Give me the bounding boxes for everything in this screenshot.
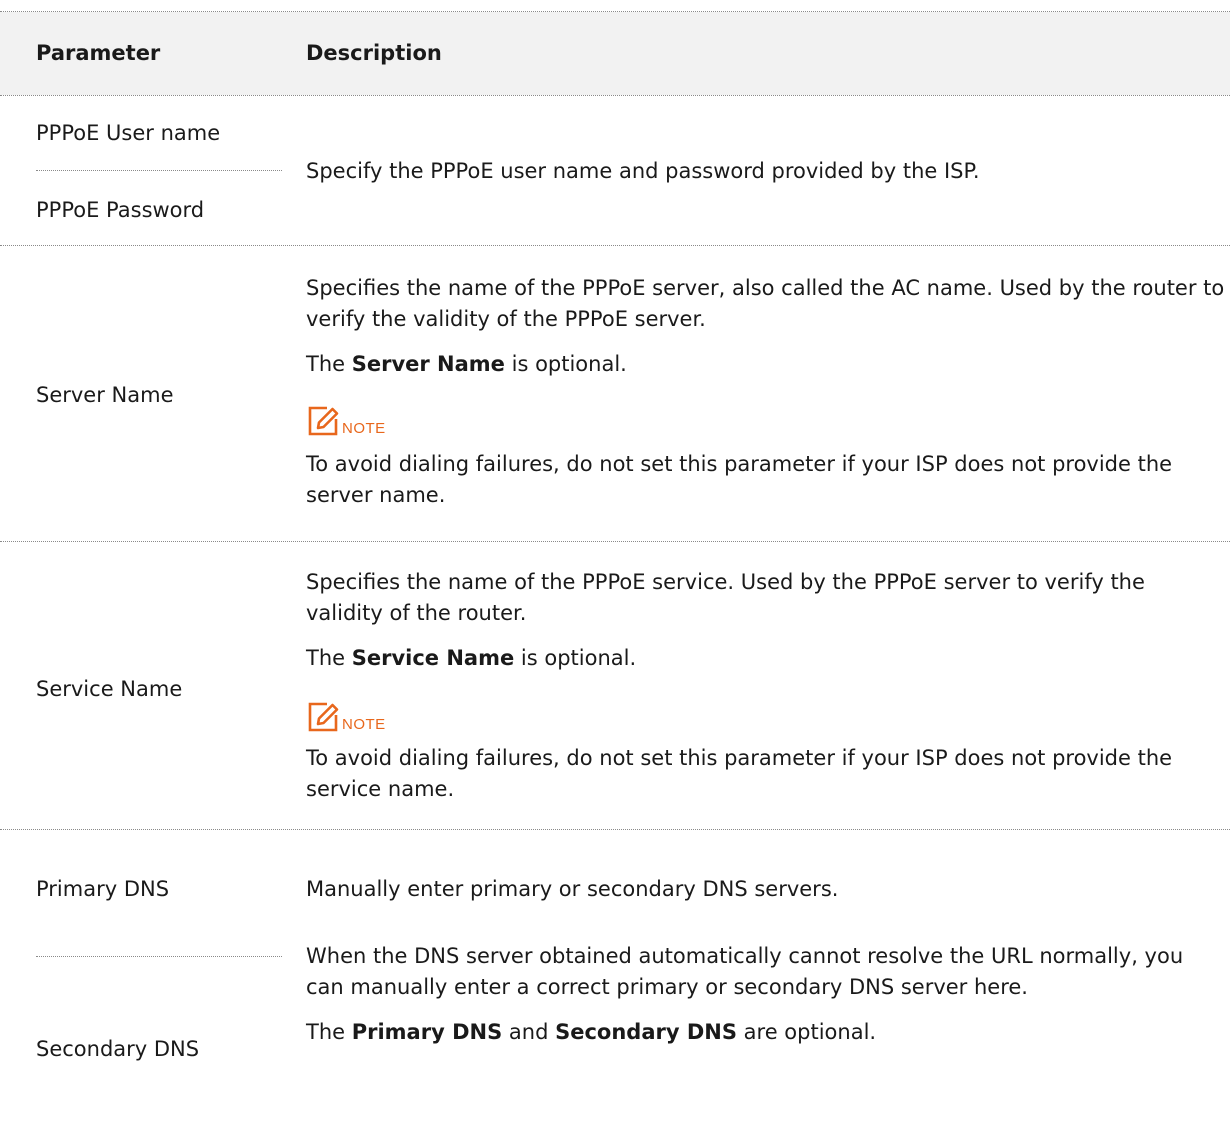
note-label: NOTE [342, 420, 386, 437]
table-header-row [0, 12, 1230, 95]
dns-inner-divider [36, 956, 282, 957]
desc-dns-automatic: When the DNS server obtained automatical… [306, 944, 1184, 999]
optional-post: are optional. [736, 1020, 877, 1044]
optional-mid: and [502, 1020, 556, 1044]
row-divider-3 [0, 829, 1230, 830]
note-text-service-name: To avoid dialing failures, do not set th… [306, 746, 1173, 801]
note-pencil-icon: NOTE [306, 404, 406, 440]
row-divider-1 [0, 245, 1230, 246]
param-server-name: Server Name [36, 383, 174, 407]
param-service-name: Service Name [36, 677, 183, 701]
optional-pre: The [306, 352, 352, 376]
optional-server-name-bold: Server Name [351, 352, 505, 376]
parameter-table: Parameter Description PPPoE User name PP… [0, 0, 1230, 1124]
optional-post: is optional. [504, 352, 627, 376]
desc-server-name-optional: The Server Name is optional. [306, 349, 1226, 380]
desc-dns-manual: Manually enter primary or secondary DNS … [306, 877, 839, 901]
optional-secondary-dns-bold: Secondary DNS [555, 1020, 737, 1044]
header-parameter: Parameter [36, 41, 161, 65]
optional-pre: The [306, 646, 352, 670]
header-description: Description [306, 41, 442, 65]
param-secondary-dns: Secondary DNS [36, 1037, 200, 1061]
note-pencil-icon: NOTE [306, 700, 406, 736]
note-text-server-name: To avoid dialing failures, do not set th… [306, 452, 1173, 507]
header-bottom-border [0, 95, 1230, 96]
optional-post: is optional. [514, 646, 637, 670]
desc-dns-optional: The Primary DNS and Secondary DNS are op… [306, 1017, 1226, 1048]
optional-primary-dns-bold: Primary DNS [351, 1020, 503, 1044]
param-pppoe-password: PPPoE Password [36, 198, 205, 222]
row-divider-2 [0, 541, 1230, 542]
desc-service-name: Specifies the name of the PPPoE service.… [306, 570, 1145, 625]
param-primary-dns: Primary DNS [36, 877, 170, 901]
optional-service-name-bold: Service Name [351, 646, 515, 670]
param-pppoe-user-name: PPPoE User name [36, 121, 221, 145]
optional-pre: The [306, 1020, 352, 1044]
pppoe-inner-divider [36, 170, 282, 171]
note-label: NOTE [342, 716, 386, 733]
desc-server-name: Specifies the name of the PPPoE server, … [306, 276, 1225, 331]
desc-service-name-optional: The Service Name is optional. [306, 643, 1226, 674]
desc-pppoe: Specify the PPPoE user name and password… [306, 159, 980, 183]
